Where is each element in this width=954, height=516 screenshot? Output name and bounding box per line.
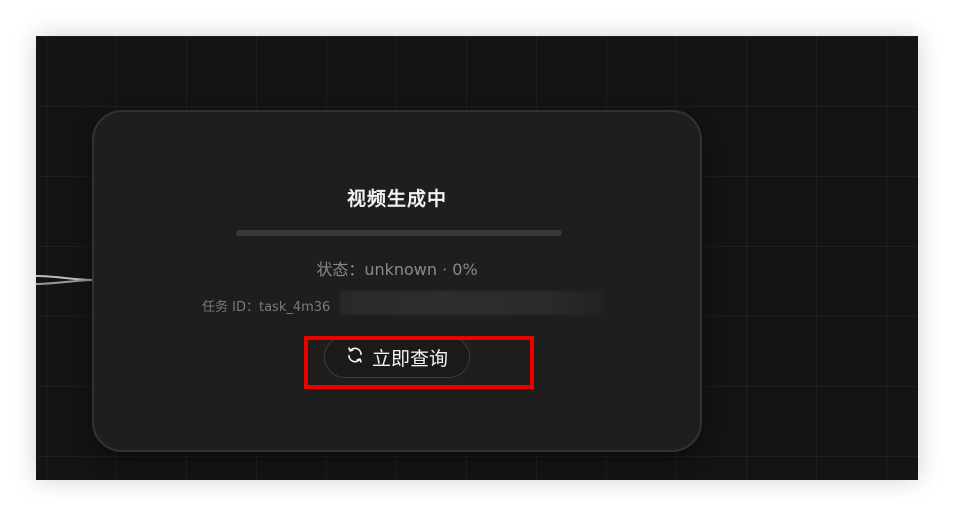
task-id-text: 任务 ID：task_4m36 (202, 300, 331, 315)
workflow-canvas[interactable]: 视频生成中 状态：unknown · 0% 任务 ID：task_4m36 立即… (36, 36, 918, 480)
status-text: 状态：unknown · 0% (316, 260, 478, 279)
node-connection-edge (36, 275, 95, 285)
node-title: 视频生成中 (346, 188, 447, 210)
redacted-task-id (340, 291, 604, 315)
annotation-highlight-box (304, 336, 534, 389)
video-generation-node[interactable]: 视频生成中 状态：unknown · 0% 任务 ID：task_4m36 立即… (92, 110, 702, 452)
progress-bar (236, 230, 562, 236)
